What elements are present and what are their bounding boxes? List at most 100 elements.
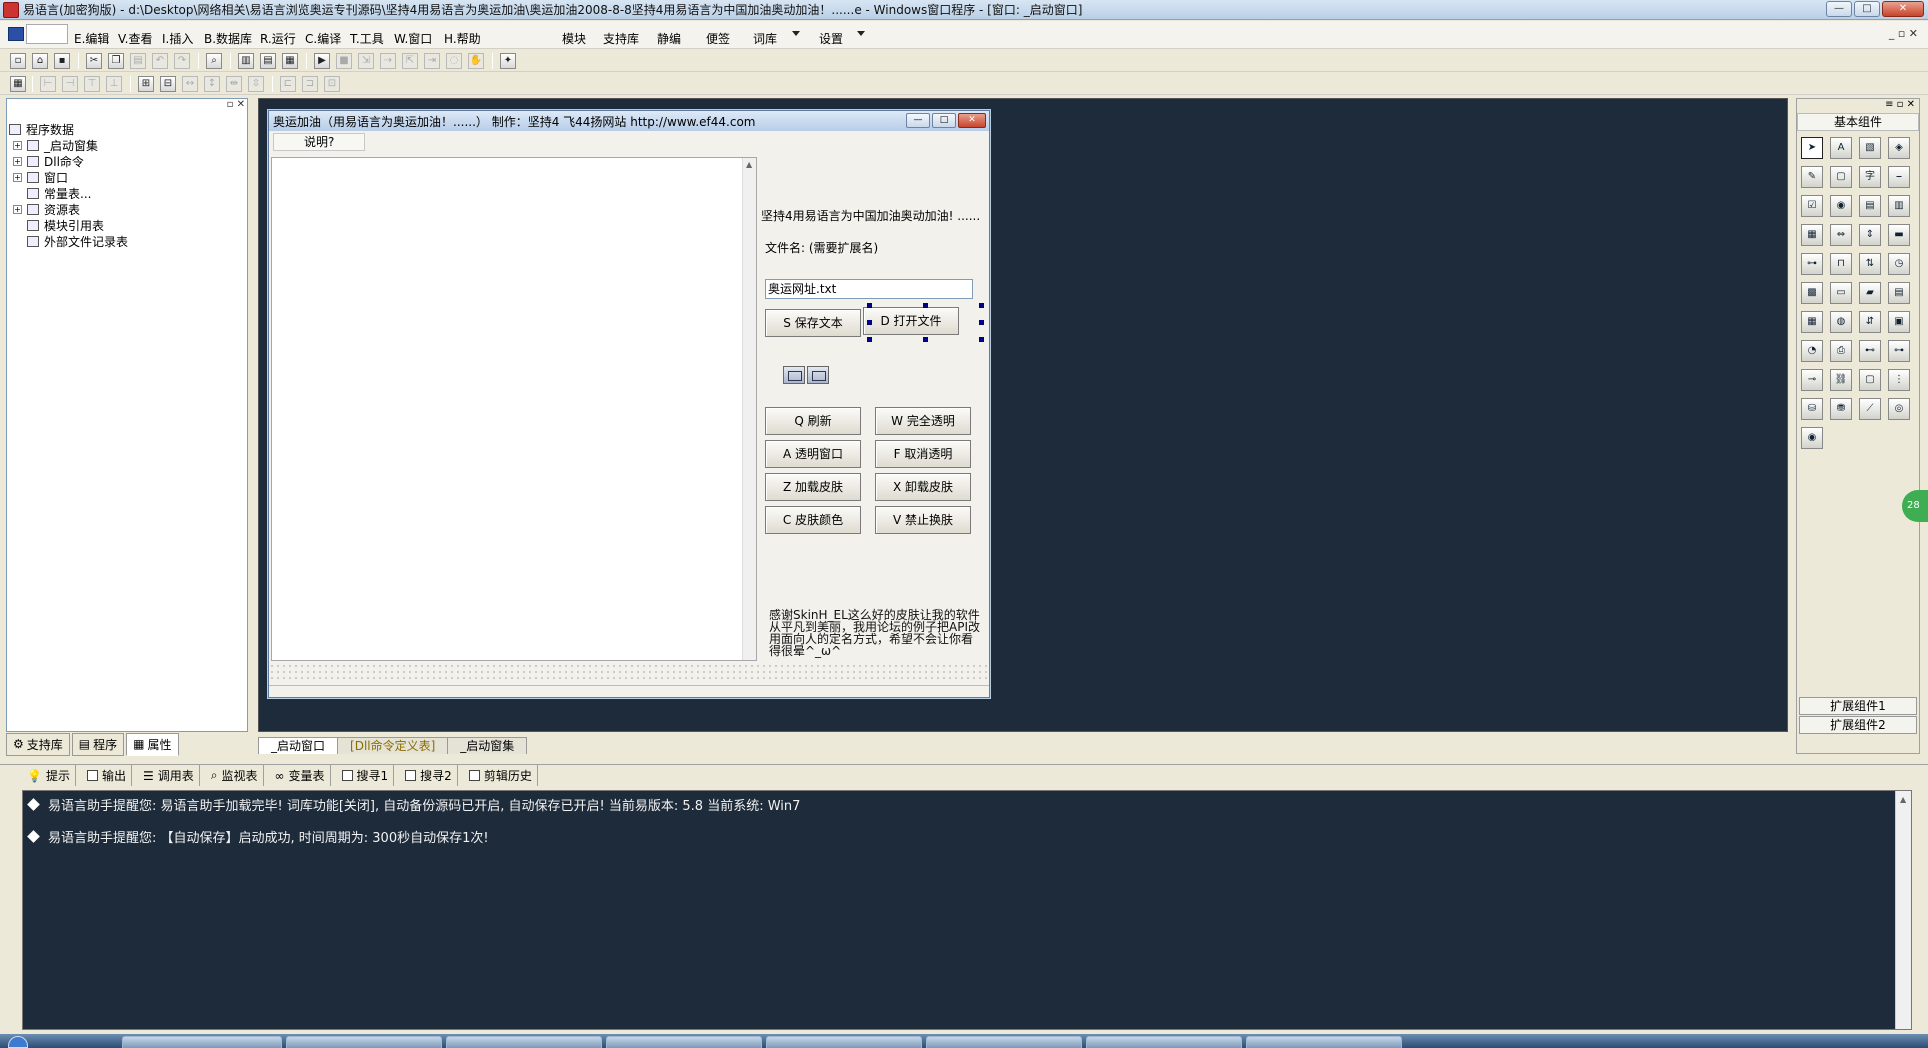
tree-item-module-refs[interactable]: 模块引用表 <box>27 217 104 233</box>
tab-variables[interactable]: ∞ 变量表 <box>270 765 331 786</box>
tab-support-lib[interactable]: ⚙ 支持库 <box>6 732 70 756</box>
tree-item-window[interactable]: + 窗口 <box>13 169 68 185</box>
tab-program[interactable]: ▤ 程序 <box>71 732 125 756</box>
tab-properties[interactable]: ▦ 属性 <box>126 732 179 756</box>
network-icon[interactable]: ⊷ <box>1859 340 1881 362</box>
panel-icon[interactable]: ▣ <box>1888 311 1910 333</box>
line-icon[interactable]: ⎯ <box>1888 166 1910 188</box>
maximize-button[interactable]: □ <box>1854 1 1880 17</box>
skin-component-icon[interactable] <box>783 366 805 384</box>
step-into-icon[interactable]: ⇲ <box>358 53 374 69</box>
panel-pin-controls[interactable]: ▫ ✕ <box>227 99 245 110</box>
text-edit-box[interactable]: ▲ <box>271 157 757 661</box>
tab-call-stack[interactable]: ☰ 调用表 <box>138 765 200 786</box>
output-pane[interactable]: 易语言助手提醒您: 易语言助手加载完毕! 词库功能[关闭], 自动备份源码已开启… <box>22 790 1912 1030</box>
updown-icon[interactable]: ⇅ <box>1859 253 1881 275</box>
table-icon[interactable]: ▦ <box>1801 311 1823 333</box>
transparent-window-button[interactable]: A 透明窗口 <box>765 440 861 468</box>
expand-icon[interactable]: + <box>13 140 22 150</box>
helper-icon[interactable]: ✦ <box>500 53 516 69</box>
tree-item-program-data[interactable]: 程序数据 <box>9 121 74 137</box>
disable-skin-button[interactable]: V 禁止换肤 <box>875 506 971 534</box>
save-text-button[interactable]: S 保存文本 <box>765 309 861 337</box>
tree-item-dll-commands[interactable]: + Dll命令 <box>13 153 84 169</box>
form-icon[interactable]: ▢ <box>1859 369 1881 391</box>
form-close-button[interactable]: ✕ <box>958 113 986 128</box>
tab-hints[interactable]: 💡 提示 <box>22 765 76 786</box>
tree-icon[interactable]: ⋮ <box>1888 369 1910 391</box>
stop-icon[interactable]: ■ <box>336 53 352 69</box>
find-icon[interactable]: ⌕ <box>206 53 222 69</box>
menu-help[interactable]: H.帮助 <box>444 30 481 47</box>
form-menu-help[interactable]: 说明? <box>273 133 366 151</box>
extension-components-1[interactable]: 扩展组件1 <box>1799 697 1917 715</box>
layout-3-icon[interactable]: ▦ <box>282 53 298 69</box>
menu-lexicon[interactable]: 词库 <box>753 30 777 47</box>
label-icon[interactable]: A <box>1830 137 1852 159</box>
basic-components-header[interactable]: 基本组件 <box>1797 113 1919 131</box>
menu-support-lib[interactable]: 支持库 <box>603 30 639 47</box>
menu-compile[interactable]: C.编译 <box>305 30 341 47</box>
checkbox-icon[interactable]: ☑ <box>1801 195 1823 217</box>
redo-icon[interactable]: ↷ <box>174 53 190 69</box>
tab-control-icon[interactable]: ⊓ <box>1830 253 1852 275</box>
size-height-icon[interactable]: ⊐ <box>302 76 318 92</box>
taskbar-button[interactable] <box>286 1036 442 1048</box>
combo-box-icon[interactable]: ▤ <box>1859 195 1881 217</box>
form-minimize-button[interactable]: — <box>906 113 930 128</box>
menu-database[interactable]: B.数据库 <box>204 30 252 47</box>
skin-color-button[interactable]: C 皮肤颜色 <box>765 506 861 534</box>
tree-item-external-files[interactable]: 外部文件记录表 <box>27 233 128 249</box>
mdi-window-icon[interactable] <box>26 24 68 44</box>
tab-search-2[interactable]: 搜寻2 <box>400 765 458 786</box>
tree-item-startup-set[interactable]: + _启动窗集 <box>13 137 98 153</box>
calendar-icon[interactable]: ▩ <box>1801 282 1823 304</box>
output-scrollbar[interactable]: ▲ <box>1895 791 1911 1029</box>
tab-search-1[interactable]: 搜寻1 <box>337 765 395 786</box>
taskbar-button[interactable] <box>446 1036 602 1048</box>
same-width-icon[interactable]: ↔ <box>182 76 198 92</box>
selection-handle[interactable] <box>923 337 928 342</box>
menu-module[interactable]: 模块 <box>562 30 586 47</box>
run-to-cursor-icon[interactable]: ⇥ <box>424 53 440 69</box>
radio-icon[interactable]: ◉ <box>1830 195 1852 217</box>
tab-watch[interactable]: ⌕ 监视表 <box>206 765 264 786</box>
copy-icon[interactable]: ❐ <box>108 53 124 69</box>
button-icon[interactable]: ▭ <box>1830 282 1852 304</box>
refresh-button[interactable]: Q 刷新 <box>765 407 861 435</box>
menu-window[interactable]: W.窗口 <box>394 30 432 47</box>
tab-startup-window[interactable]: _启动窗口 <box>258 736 339 754</box>
progress-icon[interactable]: ▬ <box>1888 224 1910 246</box>
slider-icon[interactable]: ⊶ <box>1801 253 1823 275</box>
designed-form-window[interactable]: 奥运加油（用易语言为奥运加油！......） 制作：坚持4 飞44扬网站 htt… <box>268 110 990 698</box>
expand-icon[interactable]: + <box>13 172 22 182</box>
client-icon[interactable]: ⊸ <box>1801 369 1823 391</box>
align-top-icon[interactable]: ⊤ <box>84 76 100 92</box>
breakpoint-icon[interactable]: ◌ <box>446 53 462 69</box>
form-maximize-button[interactable]: □ <box>932 113 956 128</box>
cut-icon[interactable]: ✂ <box>86 53 102 69</box>
layout-1-icon[interactable]: ▥ <box>238 53 254 69</box>
app-icon[interactable] <box>3 1 19 18</box>
selection-handle[interactable] <box>923 303 928 308</box>
menu-notes[interactable]: 便签 <box>706 30 730 47</box>
globe-icon[interactable]: ◍ <box>1830 311 1852 333</box>
minimize-button[interactable]: — <box>1826 1 1852 17</box>
close-button[interactable]: ✕ <box>1882 1 1924 17</box>
grid-list-icon[interactable]: ▦ <box>1801 224 1823 246</box>
filename-input[interactable]: 奥运网址.txt <box>765 279 973 299</box>
scroll-h-icon[interactable]: ⇔ <box>1830 224 1852 246</box>
document-icon[interactable]: ▤ <box>1888 282 1910 304</box>
selection-handle[interactable] <box>979 337 984 342</box>
tree-item-constants[interactable]: 常量表... <box>27 185 91 201</box>
menu-run[interactable]: R.运行 <box>260 30 296 47</box>
taskbar-button[interactable] <box>926 1036 1082 1048</box>
full-transparent-button[interactable]: W 完全透明 <box>875 407 971 435</box>
tab-startup-set[interactable]: _启动窗集 <box>447 736 528 754</box>
menu-tools[interactable]: T.工具 <box>350 30 384 47</box>
extension-components-2[interactable]: 扩展组件2 <box>1799 716 1917 734</box>
center-v-icon[interactable]: ⊟ <box>160 76 176 92</box>
edit-box-icon[interactable]: ✎ <box>1801 166 1823 188</box>
timer-component-icon[interactable] <box>807 366 829 384</box>
align-center-icon[interactable]: ⊣ <box>62 76 78 92</box>
